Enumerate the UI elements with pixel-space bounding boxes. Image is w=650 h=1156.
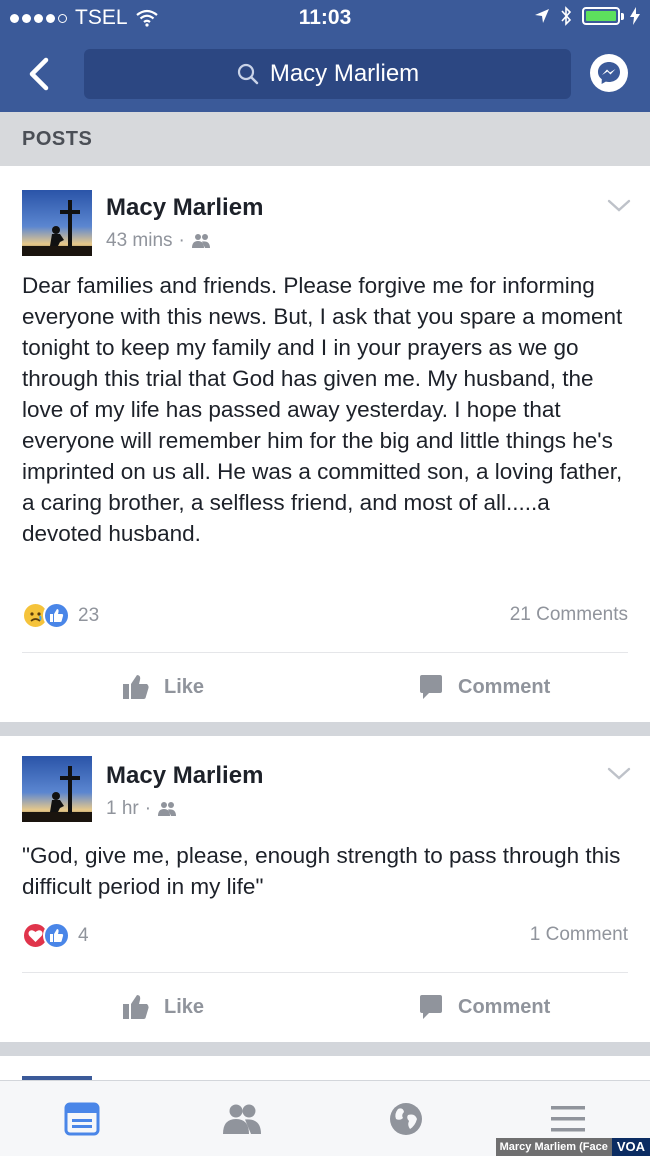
post-separator <box>0 1042 650 1056</box>
meta-separator: · <box>178 230 185 251</box>
comment-bubble-icon <box>420 995 442 1019</box>
menu-icon <box>551 1106 585 1132</box>
comment-button[interactable]: Comment <box>418 674 550 700</box>
messenger-icon <box>598 62 620 84</box>
friends-icon <box>223 1104 261 1134</box>
like-reaction-icon <box>43 602 70 629</box>
watermark-source: Marcy Marliem (Face <box>495 1138 612 1156</box>
friends-privacy-icon <box>191 234 210 248</box>
search-icon <box>237 63 259 85</box>
meta-separator: · <box>144 798 152 819</box>
tab-menu[interactable] <box>548 1099 588 1139</box>
voa-watermark: Marcy Marliem (Face VOA <box>495 1138 650 1156</box>
post-text: Dear families and friends. Please forgiv… <box>22 273 623 546</box>
post-author[interactable]: Macy Marliem <box>106 194 263 222</box>
back-button[interactable] <box>22 54 58 94</box>
comment-label: Comment <box>458 995 551 1018</box>
top-bar: TSEL 11:03 Macy Marliem <box>0 0 650 112</box>
post-options-chevron-icon[interactable] <box>606 766 632 782</box>
post-card <box>0 1056 650 1080</box>
post-time[interactable]: 1 hr <box>106 798 139 820</box>
like-button[interactable]: Like <box>122 994 204 1020</box>
battery-icon <box>582 7 624 25</box>
post-time[interactable]: 43 mins <box>106 230 173 252</box>
thumbs-up-icon <box>123 995 149 1019</box>
news-feed-icon <box>64 1102 100 1136</box>
tab-news-feed[interactable] <box>62 1099 102 1139</box>
voa-logo: VOA <box>611 1138 650 1156</box>
reaction-count: 4 <box>78 924 89 946</box>
globe-icon <box>390 1103 422 1135</box>
status-bar: TSEL 11:03 <box>0 0 650 36</box>
post-author[interactable]: Macy Marliem <box>106 762 263 790</box>
charging-icon <box>630 7 640 25</box>
location-arrow-icon <box>535 9 549 23</box>
post-text: "God, give me, please, enough strength t… <box>22 843 621 899</box>
like-label: Like <box>164 995 205 1018</box>
avatar[interactable] <box>22 756 92 822</box>
status-right <box>534 6 640 26</box>
search-bar[interactable]: Macy Marliem <box>84 49 571 99</box>
reactions-summary[interactable]: 23 <box>22 602 99 629</box>
tab-notifications[interactable] <box>386 1099 426 1139</box>
posts-section-header: POSTS <box>0 112 650 166</box>
messenger-button[interactable] <box>590 54 628 92</box>
post-meta: 43 mins · <box>106 230 211 252</box>
post-options-chevron-icon[interactable] <box>606 198 632 214</box>
post-separator <box>0 722 650 736</box>
avatar[interactable] <box>22 190 92 256</box>
divider <box>22 652 628 653</box>
like-label: Like <box>164 675 205 698</box>
friends-privacy-icon <box>158 802 177 816</box>
cross-silhouette-image <box>22 766 92 822</box>
comments-count[interactable]: 21 Comments <box>510 604 628 626</box>
thumbs-up-icon <box>123 675 149 699</box>
comment-button[interactable]: Comment <box>418 994 550 1020</box>
post-card: Macy Marliem 1 hr · "God, give me, pleas… <box>0 736 650 1042</box>
bottom-tab-bar: Marcy Marliem (Face VOA <box>0 1080 650 1156</box>
comment-label: Comment <box>458 675 551 698</box>
cross-silhouette-image <box>22 200 92 256</box>
bluetooth-icon <box>561 6 572 26</box>
reaction-count: 23 <box>78 604 100 626</box>
comment-bubble-icon <box>420 675 442 699</box>
post-card: Macy Marliem 43 mins · Dear families and… <box>0 166 650 722</box>
like-button[interactable]: Like <box>122 674 204 700</box>
tab-friends[interactable] <box>222 1099 262 1139</box>
like-reaction-icon <box>43 922 70 949</box>
search-query: Macy Marliem <box>269 60 420 87</box>
divider <box>22 972 628 973</box>
reactions-summary[interactable]: 4 <box>22 922 89 949</box>
back-arrow-icon <box>29 57 49 91</box>
comments-count[interactable]: 1 Comment <box>530 924 628 946</box>
post-meta: 1 hr · <box>106 798 177 820</box>
